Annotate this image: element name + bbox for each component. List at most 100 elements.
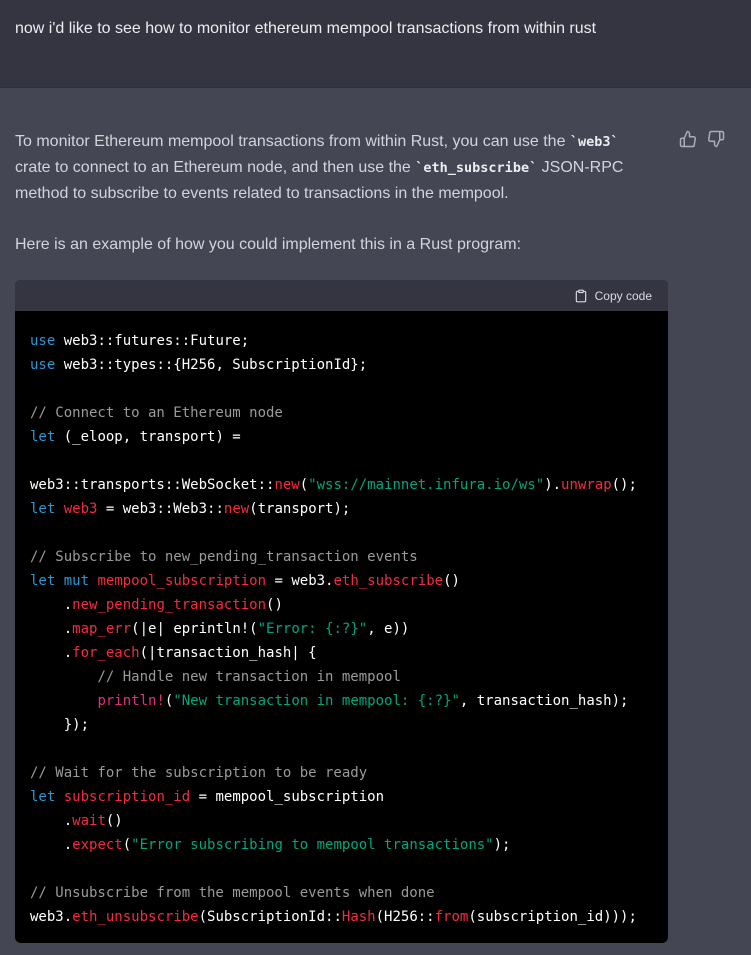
code-token: new	[223, 501, 250, 517]
code-token: use	[30, 357, 56, 373]
code-token: new	[274, 477, 300, 493]
code-line: // Wait for the subscription to be ready	[30, 761, 653, 785]
code-token: ()	[443, 573, 460, 589]
code-token: ).	[544, 477, 562, 493]
assistant-message-block: To monitor Ethereum mempool transactions…	[0, 88, 751, 955]
feedback-buttons	[679, 130, 725, 148]
code-token: (SubscriptionId::	[198, 909, 342, 925]
code-token: (H256::	[375, 909, 435, 925]
code-line: let web3 = web3::Web3::new(transport);	[30, 497, 653, 521]
thumbs-down-icon[interactable]	[707, 130, 725, 148]
code-line: web3::transports::WebSocket::new("wss://…	[30, 473, 653, 497]
code-token: ()	[266, 597, 283, 613]
clipboard-icon	[575, 289, 586, 302]
code-token: let	[30, 429, 56, 445]
code-token: );	[493, 837, 511, 853]
code-token: });	[30, 717, 90, 733]
code-token: .	[30, 837, 73, 853]
assistant-paragraph-example: Here is an example of how you could impl…	[15, 236, 522, 253]
code-token: ();	[611, 477, 637, 493]
code-token: mempool_subscription	[97, 573, 267, 589]
code-token: unwrap	[561, 477, 612, 493]
code-token: (	[299, 477, 309, 493]
code-line: .for_each(|transaction_hash| {	[30, 641, 653, 665]
code-token: (|e| eprintln!(	[131, 621, 258, 637]
code-token: .	[30, 813, 73, 829]
code-token: let	[30, 789, 56, 805]
inline-code-eth-subscribe: `eth_subscribe`	[415, 160, 538, 176]
code-token: (	[122, 837, 132, 853]
code-line: .new_pending_transaction()	[30, 593, 653, 617]
intro-text-start: To monitor Ethereum mempool transactions…	[15, 133, 570, 150]
assistant-paragraph-intro: To monitor Ethereum mempool transactions…	[15, 129, 655, 207]
code-line: let mut mempool_subscription = web3.eth_…	[30, 569, 653, 593]
code-block-header: Copy code	[15, 280, 668, 311]
thumbs-up-icon[interactable]	[679, 130, 697, 148]
code-token: .	[30, 597, 73, 613]
intro-text-middle: crate to connect to an Ethereum node, an…	[15, 159, 416, 176]
inline-code-web3: `web3`	[569, 134, 619, 150]
code-token: "New transaction in mempool: {:?}"	[173, 693, 460, 709]
code-token: expect	[72, 837, 123, 853]
code-line: // Subscribe to new_pending_transaction …	[30, 545, 653, 569]
code-line: web3.eth_unsubscribe(SubscriptionId::Has…	[30, 905, 653, 929]
code-token: web3::transports::WebSocket::	[30, 477, 275, 493]
code-body: use web3::futures::Future; use web3::type…	[15, 311, 668, 929]
code-token: let	[30, 501, 56, 517]
code-token: eth_subscribe	[333, 573, 444, 589]
code-token: ()	[105, 813, 123, 829]
code-token: web3	[63, 501, 98, 517]
code-token: mut	[63, 573, 90, 589]
code-token: // Wait for the subscription to be ready	[30, 765, 368, 781]
code-line: });	[30, 713, 653, 737]
code-line: use web3::types::{H256, SubscriptionId};	[30, 353, 653, 377]
code-token: subscription_id	[63, 789, 191, 805]
code-line: // Connect to an Ethereum node	[30, 401, 653, 425]
code-token: from	[434, 909, 469, 925]
code-token: eth_unsubscribe	[72, 909, 199, 925]
code-token: Hash	[341, 909, 376, 925]
code-block: Copy code use web3::futures::Future; use …	[15, 280, 668, 943]
code-token: web3::futures::Future;	[55, 333, 250, 349]
code-token: , transaction_hash);	[459, 693, 629, 709]
code-line: .wait()	[30, 809, 653, 833]
code-token: web3.	[30, 909, 73, 925]
code-token: "wss://mainnet.infura.io/ws"	[308, 477, 545, 493]
code-token: .	[30, 621, 73, 637]
code-token: .	[30, 645, 73, 661]
code-token: // Handle new transaction in mempool	[97, 669, 401, 685]
code-token: wait	[72, 813, 106, 829]
code-token: "Error subscribing to mempool transactio…	[131, 837, 494, 853]
code-line: let (_eloop, transport) =	[30, 425, 653, 449]
code-token: use	[30, 333, 56, 349]
code-token: let	[30, 573, 56, 589]
code-token: (subscription_id)));	[468, 909, 637, 925]
code-line: // Handle new transaction in mempool	[30, 665, 653, 689]
code-token: // Unsubscribe from the mempool events w…	[30, 885, 435, 901]
code-line: // Unsubscribe from the mempool events w…	[30, 881, 653, 905]
code-token: // Connect to an Ethereum node	[30, 405, 283, 421]
code-token: = web3::Web3::	[97, 501, 224, 517]
code-token: = mempool_subscription	[190, 789, 385, 805]
code-token: for_each	[72, 645, 140, 661]
user-message-block: now i'd like to see how to monitor ether…	[0, 0, 751, 88]
code-line: .map_err(|e| eprintln!("Error: {:?}", e)…	[30, 617, 653, 641]
code-token: (|transaction_hash| {	[139, 645, 317, 661]
code-token: "Error: {:?}"	[257, 621, 368, 637]
code-token: println!	[97, 693, 165, 709]
code-token: web3::types::{H256, SubscriptionId};	[55, 357, 368, 373]
code-token: // Subscribe to new_pending_transaction …	[30, 549, 418, 565]
copy-code-button[interactable]: Copy code	[574, 289, 652, 303]
code-line: use web3::futures::Future;	[30, 329, 653, 353]
copy-code-label: Copy code	[594, 288, 652, 303]
code-token: (transport);	[249, 501, 351, 517]
code-token: , e))	[367, 621, 410, 637]
code-token: map_err	[72, 621, 132, 637]
